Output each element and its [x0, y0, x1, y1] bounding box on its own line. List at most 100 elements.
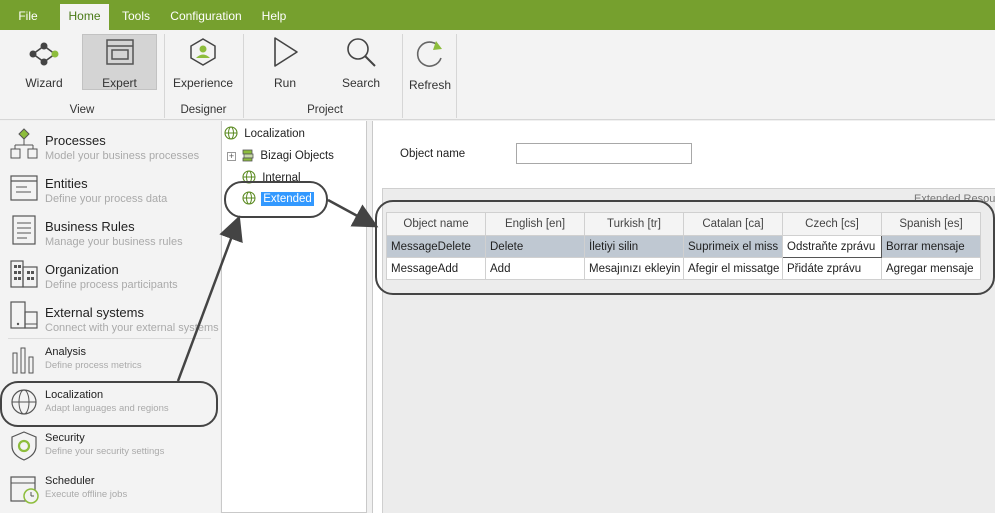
nav-item-subtitle: Manage your business rules [45, 236, 183, 248]
nav-item-title: External systems [45, 305, 144, 320]
globe-icon [11, 389, 37, 415]
stack-icon [242, 149, 254, 162]
nav-item-title: Scheduler [45, 475, 95, 487]
table-row[interactable]: MessageAdd Add Mesajınızı ekleyin Afegir… [386, 257, 981, 280]
menu-configuration[interactable]: Configuration [163, 0, 249, 30]
wizard-label: Wizard [25, 76, 63, 90]
tree-node-label: Bizagi Objects [260, 150, 334, 162]
ribbon-separator [456, 34, 457, 118]
tree-node-extended[interactable]: Extended [242, 191, 314, 206]
refresh-button[interactable]: Refresh [405, 34, 455, 92]
nav-item-subtitle: Define process metrics [45, 360, 142, 371]
experience-button[interactable]: Experience [170, 34, 236, 90]
nav-item-scheduler[interactable]: Scheduler Execute offline jobs [0, 470, 220, 510]
nav-item-localization[interactable]: Localization Adapt languages and regions [0, 384, 220, 424]
column-header[interactable]: Turkish [tr] [584, 212, 684, 236]
building-icon [10, 260, 38, 288]
table-cell[interactable]: Borrar mensaje [881, 235, 981, 258]
table-cell[interactable]: Add [485, 257, 585, 280]
experience-label: Experience [172, 76, 234, 90]
ribbon: Wizard Expert Experience Run Search Refr… [0, 30, 995, 120]
menu-tools[interactable]: Tools [115, 0, 157, 30]
group-label-view: View [69, 104, 95, 116]
object-name-label: Object name [400, 148, 466, 160]
menu-file[interactable]: File [8, 0, 48, 30]
wizard-button[interactable]: Wizard [8, 34, 80, 90]
search-label: Search [341, 76, 381, 90]
table-cell[interactable]: MessageDelete [386, 235, 486, 258]
nav-item-subtitle: Define your process data [45, 193, 168, 205]
localization-tree: Localization + Bizagi Objects Internal E… [221, 121, 367, 513]
column-header[interactable]: Spanish [es] [881, 212, 981, 236]
column-header[interactable]: Object name [386, 212, 486, 236]
nav-item-subtitle: Define process participants [45, 279, 178, 291]
nav-item-business-rules[interactable]: Business Rules Manage your business rule… [0, 210, 220, 252]
tree-node-root[interactable]: Localization [224, 126, 305, 140]
nav-item-security[interactable]: Security Define your security settings [0, 427, 220, 467]
expand-icon[interactable]: + [227, 152, 236, 161]
table-cell[interactable]: MessageAdd [386, 257, 486, 280]
layout-icon [106, 39, 134, 65]
column-header[interactable]: Czech [cs] [782, 212, 882, 236]
nav-item-title: Entities [45, 176, 88, 191]
search-button[interactable]: Search [328, 34, 394, 90]
modules-nav: Processes Model your business processes … [0, 121, 220, 513]
nav-item-subtitle: Model your business processes [45, 150, 200, 162]
resources-grid: Object name English [en] Turkish [tr] Ca… [386, 212, 981, 280]
shield-gear-icon [11, 431, 37, 461]
grid-area: Extended Resour Object name English [en]… [382, 188, 995, 513]
menu-help[interactable]: Help [255, 0, 293, 30]
nav-item-title: Localization [45, 389, 104, 401]
nav-item-organization[interactable]: Organization Define process participants [0, 253, 220, 295]
bar-chart-icon [12, 347, 34, 374]
play-icon [274, 37, 298, 67]
table-cell[interactable]: İletiyi silin [584, 235, 684, 258]
run-button[interactable]: Run [252, 34, 318, 90]
refresh-icon [416, 41, 442, 67]
tree-node-bizagi-objects[interactable]: + Bizagi Objects [227, 148, 334, 162]
main-panel: Object name Extended Resour Object name … [372, 121, 995, 513]
calendar-clock-icon [10, 476, 39, 504]
nav-divider [8, 338, 211, 339]
header-row: Object name English [en] Turkish [tr] Ca… [386, 212, 981, 236]
nav-item-title: Analysis [45, 346, 86, 358]
globe-icon [242, 170, 256, 184]
menu-bar: File Home Tools Configuration Help [0, 0, 995, 30]
nav-item-subtitle: Connect with your external systems [45, 322, 219, 334]
tree-root-label: Localization [244, 128, 305, 140]
table-cell[interactable]: Delete [485, 235, 585, 258]
column-header[interactable]: English [en] [485, 212, 585, 236]
menu-home[interactable]: Home [60, 4, 109, 30]
nav-item-external-systems[interactable]: External systems Connect with your exter… [0, 296, 220, 338]
nav-item-title: Security [45, 432, 85, 444]
group-label-designer: Designer [180, 104, 227, 116]
nav-item-entities[interactable]: Entities Define your process data [0, 167, 220, 209]
tree-node-internal[interactable]: Internal [242, 170, 301, 184]
nav-item-subtitle: Execute offline jobs [45, 489, 128, 500]
rules-document-icon [12, 215, 36, 245]
devices-icon [10, 301, 38, 329]
table-row[interactable]: MessageDelete Delete İletiyi silin Supri… [386, 235, 981, 258]
object-name-input[interactable] [516, 143, 692, 164]
group-label-project: Project [307, 104, 343, 116]
expert-button[interactable]: Expert [82, 34, 157, 90]
refresh-label: Refresh [408, 78, 452, 92]
column-header[interactable]: Catalan [ca] [683, 212, 783, 236]
network-icon [29, 42, 59, 66]
process-flow-icon [10, 128, 38, 159]
table-cell-editing[interactable]: Odstraňte zprávu [782, 235, 882, 258]
nav-item-subtitle: Adapt languages and regions [45, 403, 169, 414]
run-label: Run [273, 76, 296, 90]
nav-item-analysis[interactable]: Analysis Define process metrics [0, 341, 220, 381]
table-cell[interactable]: Afegir el missatge [683, 257, 783, 280]
table-cell[interactable]: Suprimeix el miss [683, 235, 783, 258]
nav-item-processes[interactable]: Processes Model your business processes [0, 124, 220, 166]
grid-caption: Extended Resour [914, 193, 995, 205]
search-icon [347, 38, 376, 67]
table-cell[interactable]: Přidáte zprávu [782, 257, 882, 280]
nav-item-title: Business Rules [45, 219, 135, 234]
table-cell[interactable]: Agregar mensaje [881, 257, 981, 280]
table-cell[interactable]: Mesajınızı ekleyin [584, 257, 684, 280]
nav-item-title: Processes [45, 133, 106, 148]
expert-label: Expert [102, 76, 137, 90]
